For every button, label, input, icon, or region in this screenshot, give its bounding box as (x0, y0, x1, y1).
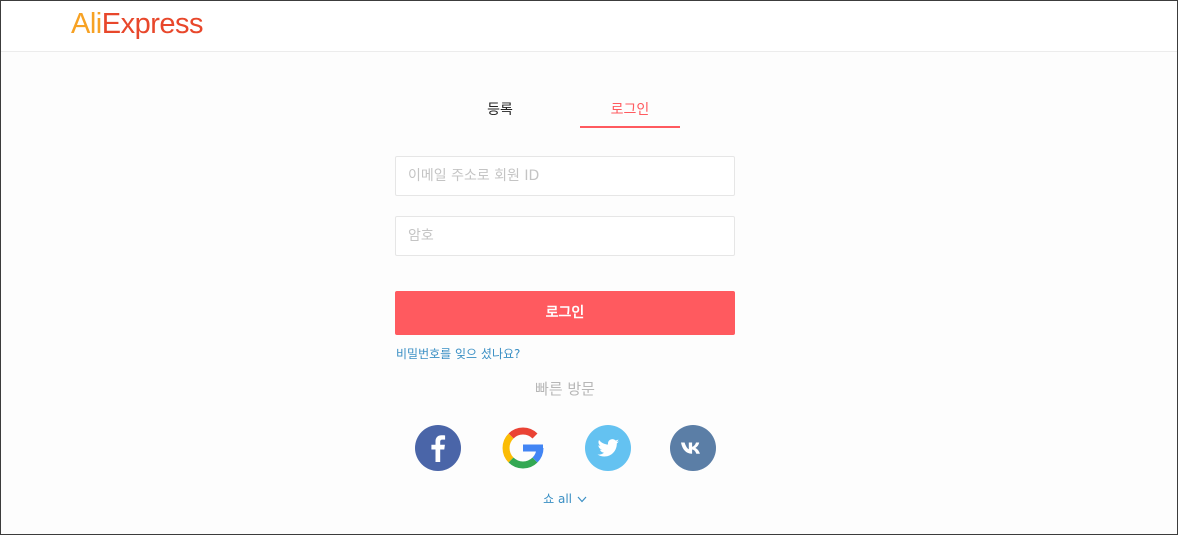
logo-express-text: Express (101, 8, 204, 40)
facebook-login-button[interactable] (415, 425, 461, 471)
email-input[interactable] (396, 157, 730, 195)
login-button[interactable]: 로그인 (395, 291, 735, 335)
email-field (395, 156, 735, 196)
vk-login-button[interactable] (670, 425, 716, 471)
forgot-password-link[interactable]: 비밀번호를 잊으 셨나요? (396, 345, 520, 362)
quick-login-title: 빠른 방문 (535, 380, 595, 398)
chevron-down-icon (577, 496, 587, 503)
tab-register[interactable]: 등록 (450, 96, 550, 126)
facebook-icon (431, 435, 446, 462)
password-input[interactable] (396, 217, 730, 255)
logo-ali-text: Ali (71, 8, 102, 40)
password-field (395, 216, 735, 256)
tab-login[interactable]: 로그인 (580, 96, 680, 128)
twitter-login-button[interactable] (585, 425, 631, 471)
show-all-toggle[interactable]: 쇼 all (395, 490, 735, 507)
show-all-label: 쇼 all (543, 492, 573, 506)
header: AliExpress (1, 1, 1177, 52)
aliexpress-logo[interactable]: AliExpress (71, 6, 204, 42)
vk-icon (681, 442, 700, 454)
google-icon (502, 427, 544, 469)
twitter-icon (597, 439, 619, 457)
auth-tabs: 등록 로그인 (450, 96, 680, 128)
google-login-button[interactable] (500, 425, 546, 471)
